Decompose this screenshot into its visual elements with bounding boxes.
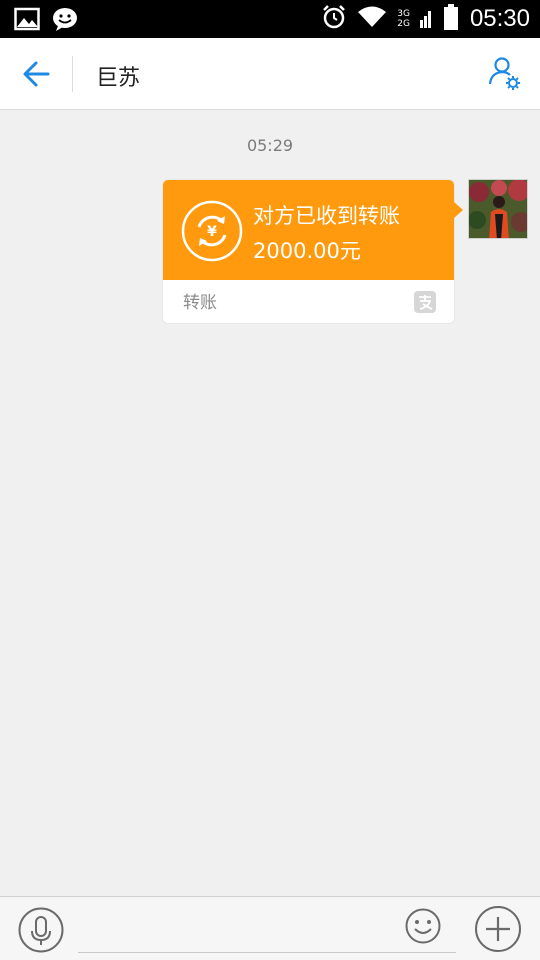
voice-button[interactable] [18, 907, 64, 953]
avatar[interactable] [468, 179, 528, 239]
profile-settings-button[interactable] [486, 56, 522, 92]
svg-text:¥: ¥ [207, 224, 217, 240]
transfer-icon: ¥ [181, 200, 243, 262]
transfer-label: 转账 [183, 293, 217, 313]
app-bar: 巨苏 [0, 38, 540, 110]
bubble-pointer [454, 202, 463, 218]
emoji-icon [405, 908, 441, 944]
transfer-card-header: ¥ 对方已收到转账 2000.00元 [163, 180, 454, 280]
avatar-image [469, 180, 527, 238]
transfer-amount: 2000.00元 [253, 239, 361, 263]
plus-icon [475, 906, 521, 952]
chat-title: 巨苏 [96, 66, 141, 91]
back-button[interactable] [18, 58, 54, 90]
header-divider [72, 56, 73, 92]
emoji-notification-icon [52, 7, 78, 35]
gallery-icon [14, 7, 40, 35]
transfer-status-text: 对方已收到转账 [253, 204, 400, 228]
network-type: 3G 2G [397, 9, 410, 29]
signal-icon [419, 6, 434, 32]
microphone-icon [18, 907, 64, 953]
user-settings-icon [488, 57, 520, 90]
back-arrow-icon [23, 61, 50, 87]
input-bar [0, 896, 540, 960]
status-time: 05:30 [469, 5, 530, 32]
more-button[interactable] [474, 905, 522, 953]
transfer-message-card[interactable]: ¥ 对方已收到转账 2000.00元 转账 [162, 179, 463, 324]
message-timestamp: 05:29 [246, 136, 294, 155]
status-bar: 3G 2G 05:30 [0, 0, 540, 38]
battery-icon [443, 4, 458, 34]
wifi-icon [357, 5, 387, 33]
emoji-button[interactable] [404, 907, 442, 945]
alarm-icon [321, 4, 347, 34]
message-input[interactable] [78, 911, 456, 953]
alipay-icon [414, 291, 436, 313]
